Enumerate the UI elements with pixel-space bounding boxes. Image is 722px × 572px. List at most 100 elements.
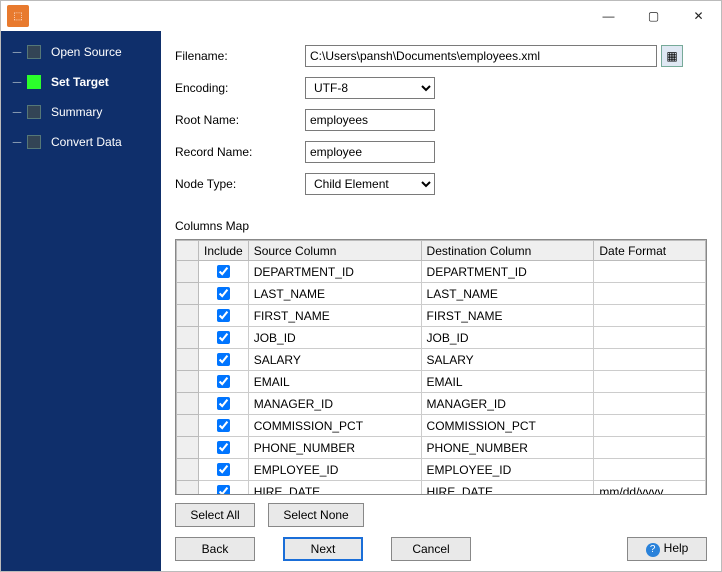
tree-connector-icon: ─ <box>7 75 27 89</box>
rootname-input[interactable] <box>305 109 435 131</box>
row-header[interactable] <box>177 437 199 459</box>
sidebar-item-set-target[interactable]: ─ Set Target <box>1 67 161 97</box>
dest-cell[interactable]: JOB_ID <box>421 327 594 349</box>
col-header-source[interactable]: Source Column <box>248 241 421 261</box>
table-row[interactable]: EMPLOYEE_IDEMPLOYEE_ID <box>177 459 706 481</box>
row-header[interactable] <box>177 349 199 371</box>
source-cell[interactable]: EMAIL <box>248 371 421 393</box>
sidebar-item-label: Convert Data <box>51 135 122 149</box>
dest-cell[interactable]: LAST_NAME <box>421 283 594 305</box>
help-icon: ? <box>646 543 660 557</box>
sidebar-item-summary[interactable]: ─ Summary <box>1 97 161 127</box>
table-row[interactable]: LAST_NAMELAST_NAME <box>177 283 706 305</box>
table-row[interactable]: SALARYSALARY <box>177 349 706 371</box>
dest-cell[interactable]: DEPARTMENT_ID <box>421 261 594 283</box>
recordname-label: Record Name: <box>175 145 305 159</box>
browse-file-button[interactable]: ▦ <box>661 45 683 67</box>
dest-cell[interactable]: PHONE_NUMBER <box>421 437 594 459</box>
row-header[interactable] <box>177 393 199 415</box>
browse-icon: ▦ <box>666 49 677 63</box>
include-checkbox[interactable] <box>217 331 230 344</box>
close-button[interactable]: ✕ <box>676 1 721 31</box>
include-checkbox[interactable] <box>217 287 230 300</box>
row-header[interactable] <box>177 305 199 327</box>
include-checkbox[interactable] <box>217 463 230 476</box>
row-header[interactable] <box>177 459 199 481</box>
columns-map-label: Columns Map <box>175 219 707 233</box>
sidebar-item-convert-data[interactable]: ─ Convert Data <box>1 127 161 157</box>
include-checkbox[interactable] <box>217 309 230 322</box>
filename-input[interactable] <box>305 45 657 67</box>
source-cell[interactable]: SALARY <box>248 349 421 371</box>
dest-cell[interactable]: MANAGER_ID <box>421 393 594 415</box>
source-cell[interactable]: MANAGER_ID <box>248 393 421 415</box>
source-cell[interactable]: COMMISSION_PCT <box>248 415 421 437</box>
source-cell[interactable]: LAST_NAME <box>248 283 421 305</box>
col-header-datefmt[interactable]: Date Format <box>594 241 706 261</box>
back-button[interactable]: Back <box>175 537 255 561</box>
col-header-dest[interactable]: Destination Column <box>421 241 594 261</box>
sidebar-item-open-source[interactable]: ─ Open Source <box>1 37 161 67</box>
maximize-button[interactable]: ▢ <box>631 1 676 31</box>
datefmt-cell[interactable] <box>594 459 706 481</box>
table-row[interactable]: EMAILEMAIL <box>177 371 706 393</box>
dest-cell[interactable]: EMAIL <box>421 371 594 393</box>
table-row[interactable]: COMMISSION_PCTCOMMISSION_PCT <box>177 415 706 437</box>
include-checkbox[interactable] <box>217 441 230 454</box>
sidebar-item-label: Open Source <box>51 45 122 59</box>
dest-cell[interactable]: HIRE_DATE <box>421 481 594 496</box>
dest-cell[interactable]: COMMISSION_PCT <box>421 415 594 437</box>
source-cell[interactable]: PHONE_NUMBER <box>248 437 421 459</box>
nodetype-select[interactable]: Child Element <box>305 173 435 195</box>
source-cell[interactable]: FIRST_NAME <box>248 305 421 327</box>
datefmt-cell[interactable] <box>594 415 706 437</box>
sidebar-item-label: Summary <box>51 105 102 119</box>
recordname-input[interactable] <box>305 141 435 163</box>
columns-grid[interactable]: Include Source Column Destination Column… <box>175 239 707 495</box>
dest-cell[interactable]: FIRST_NAME <box>421 305 594 327</box>
table-row[interactable]: JOB_IDJOB_ID <box>177 327 706 349</box>
table-row[interactable]: HIRE_DATEHIRE_DATEmm/dd/yyyy <box>177 481 706 496</box>
dest-cell[interactable]: SALARY <box>421 349 594 371</box>
datefmt-cell[interactable] <box>594 305 706 327</box>
row-header[interactable] <box>177 415 199 437</box>
include-checkbox[interactable] <box>217 485 230 495</box>
source-cell[interactable]: JOB_ID <box>248 327 421 349</box>
source-cell[interactable]: DEPARTMENT_ID <box>248 261 421 283</box>
datefmt-cell[interactable] <box>594 371 706 393</box>
include-checkbox[interactable] <box>217 353 230 366</box>
source-cell[interactable]: HIRE_DATE <box>248 481 421 496</box>
include-checkbox[interactable] <box>217 397 230 410</box>
row-header[interactable] <box>177 371 199 393</box>
cancel-button[interactable]: Cancel <box>391 537 471 561</box>
datefmt-cell[interactable] <box>594 393 706 415</box>
minimize-button[interactable]: — <box>586 1 631 31</box>
step-indicator-icon <box>27 135 41 149</box>
row-header[interactable] <box>177 283 199 305</box>
wizard-steps-sidebar: ─ Open Source ─ Set Target ─ Summary ─ C… <box>1 31 161 571</box>
help-button[interactable]: ?Help <box>627 537 707 561</box>
datefmt-cell[interactable] <box>594 327 706 349</box>
col-header-include[interactable]: Include <box>199 241 249 261</box>
datefmt-cell[interactable]: mm/dd/yyyy <box>594 481 706 496</box>
include-checkbox[interactable] <box>217 419 230 432</box>
datefmt-cell[interactable] <box>594 349 706 371</box>
next-button[interactable]: Next <box>283 537 363 561</box>
source-cell[interactable]: EMPLOYEE_ID <box>248 459 421 481</box>
encoding-select[interactable]: UTF-8 <box>305 77 435 99</box>
table-row[interactable]: MANAGER_IDMANAGER_ID <box>177 393 706 415</box>
datefmt-cell[interactable] <box>594 437 706 459</box>
include-checkbox[interactable] <box>217 265 230 278</box>
datefmt-cell[interactable] <box>594 283 706 305</box>
row-header[interactable] <box>177 261 199 283</box>
table-row[interactable]: DEPARTMENT_IDDEPARTMENT_ID <box>177 261 706 283</box>
include-checkbox[interactable] <box>217 375 230 388</box>
table-row[interactable]: FIRST_NAMEFIRST_NAME <box>177 305 706 327</box>
select-all-button[interactable]: Select All <box>175 503 255 527</box>
table-row[interactable]: PHONE_NUMBERPHONE_NUMBER <box>177 437 706 459</box>
select-none-button[interactable]: Select None <box>268 503 363 527</box>
dest-cell[interactable]: EMPLOYEE_ID <box>421 459 594 481</box>
row-header[interactable] <box>177 327 199 349</box>
datefmt-cell[interactable] <box>594 261 706 283</box>
row-header[interactable] <box>177 481 199 496</box>
